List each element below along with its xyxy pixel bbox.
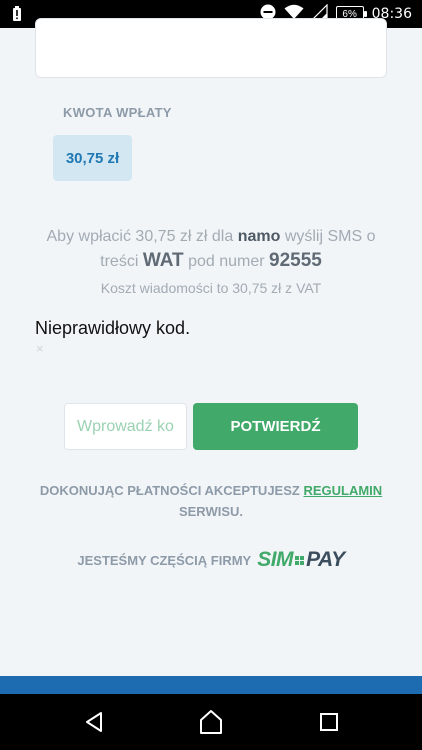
instruction-text: pod numer bbox=[183, 253, 270, 270]
top-card bbox=[35, 18, 387, 78]
terms-link[interactable]: REGULAMIN bbox=[303, 483, 382, 498]
footer-text: JESTEŚMY CZĘŚCIĄ FIRMY bbox=[77, 552, 252, 568]
terms-notice: DOKONUJĄC PŁATNOŚCI AKCEPTUJESZ REGULAMI… bbox=[20, 480, 402, 522]
logo-dots-icon bbox=[295, 555, 305, 565]
confirm-button[interactable]: POTWIERDŹ bbox=[193, 403, 358, 450]
terms-text: DOKONUJĄC PŁATNOŚCI AKCEPTUJESZ bbox=[39, 483, 304, 498]
logo-pay: PAY bbox=[306, 548, 345, 571]
sms-instruction: Aby wpłacić 30,75 zł zł dla namo wyślij … bbox=[30, 225, 392, 274]
logo-sim: SIM bbox=[257, 548, 294, 571]
sms-cost: Koszt wiadomości to 30,75 zł z VAT bbox=[100, 280, 322, 296]
simpay-logo[interactable]: SIM PAY bbox=[257, 548, 345, 572]
recents-icon[interactable] bbox=[313, 706, 345, 738]
payment-page: KWOTA WPŁATY 30,75 zł Aby wpłacić 30,75 … bbox=[0, 18, 422, 676]
recipient-name: namo bbox=[237, 228, 281, 245]
home-icon[interactable] bbox=[195, 706, 227, 738]
sms-number: 92555 bbox=[269, 250, 322, 271]
terms-text: SERWISU. bbox=[178, 504, 244, 519]
amount-option[interactable]: 30,75 zł bbox=[53, 135, 132, 181]
battery-alert-icon bbox=[12, 6, 22, 27]
close-icon[interactable]: × bbox=[36, 341, 44, 356]
sms-content: WAT bbox=[142, 250, 184, 271]
error-message: Nieprawidłowy kod. bbox=[35, 318, 191, 338]
bottom-strip bbox=[0, 676, 422, 694]
navigation-bar bbox=[0, 694, 422, 750]
simpay-footer: JESTEŚMY CZĘŚCIĄ FIRMY SIM PAY bbox=[0, 548, 422, 572]
amount-label: KWOTA WPŁATY bbox=[63, 105, 172, 120]
code-input[interactable] bbox=[64, 403, 187, 450]
back-icon[interactable] bbox=[78, 706, 110, 738]
instruction-text: Aby wpłacić 30,75 zł zł dla bbox=[46, 228, 238, 245]
